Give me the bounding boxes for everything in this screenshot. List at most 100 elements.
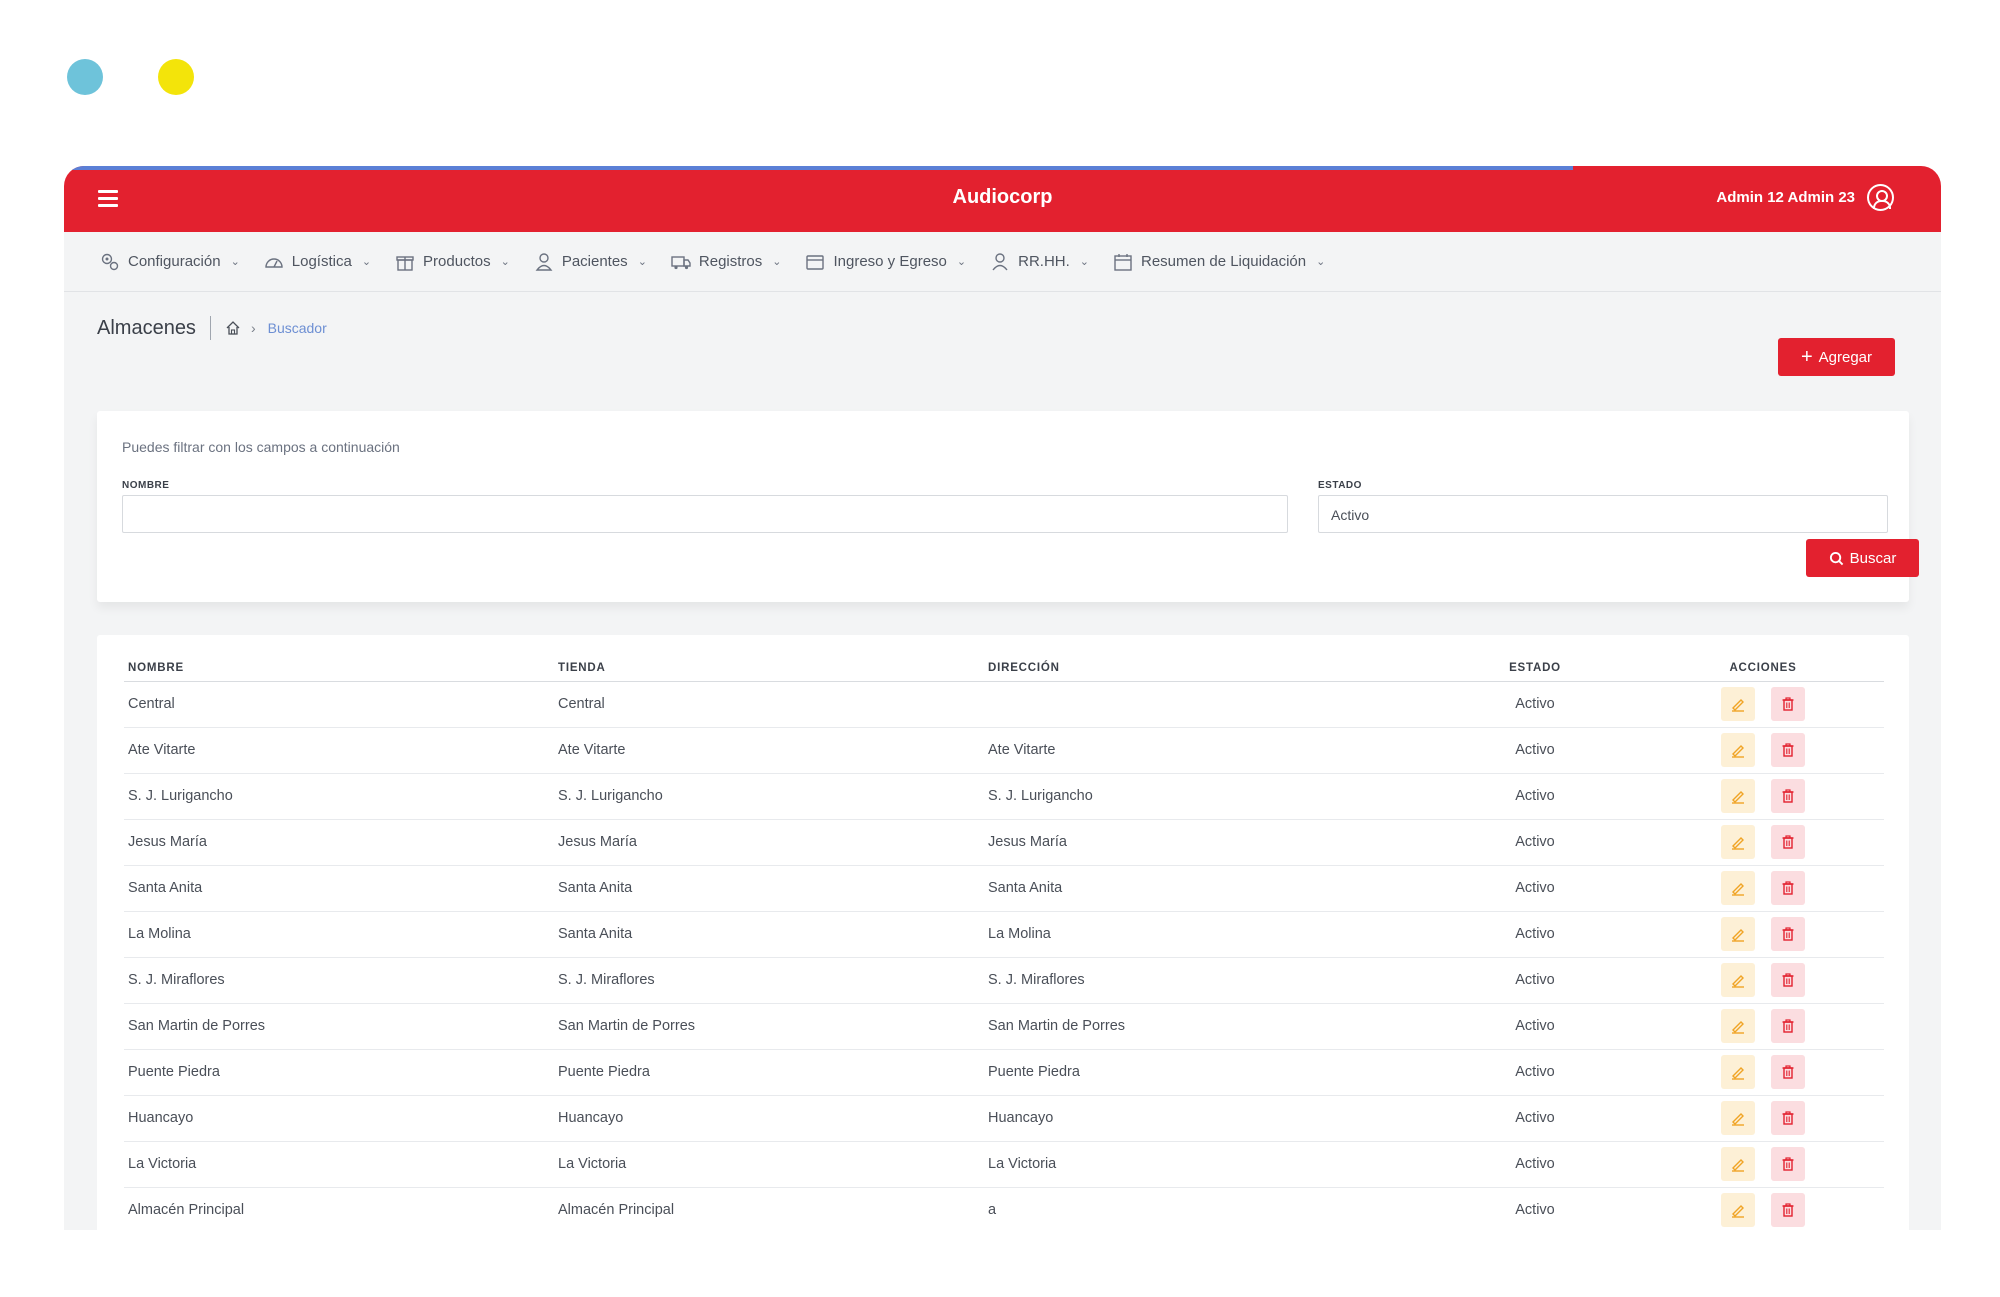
table-row[interactable]: S. J. Lurigancho S. J. Lurigancho S. J. …: [124, 773, 1884, 820]
cell-acciones: [1642, 1049, 1884, 1096]
edit-button[interactable]: [1721, 1055, 1755, 1089]
edit-button[interactable]: [1721, 779, 1755, 813]
user-icon: [992, 252, 1008, 270]
table-row[interactable]: Huancayo Huancayo Huancayo Activo: [124, 1095, 1884, 1142]
column-header-estado[interactable]: ESTADO: [1428, 655, 1642, 682]
delete-button[interactable]: [1771, 1101, 1805, 1135]
nav-item-rrhh[interactable]: RR.HH. ⌄: [990, 252, 1089, 272]
delete-button[interactable]: [1771, 687, 1805, 721]
nombre-input[interactable]: [122, 495, 1288, 533]
edit-button[interactable]: [1721, 963, 1755, 997]
nav-label: RR.HH.: [1018, 253, 1070, 270]
table-row[interactable]: Santa Anita Santa Anita Santa Anita Acti…: [124, 865, 1884, 912]
trash-icon: [1782, 1019, 1794, 1033]
table-row[interactable]: La Victoria La Victoria La Victoria Acti…: [124, 1141, 1884, 1188]
table-row[interactable]: Central Central Activo: [124, 681, 1884, 728]
column-header-nombre[interactable]: NOMBRE: [124, 655, 554, 682]
table-row[interactable]: La Molina Santa Anita La Molina Activo: [124, 911, 1884, 958]
filter-card: Puedes filtrar con los campos a continua…: [97, 411, 1919, 602]
edit-button[interactable]: [1721, 871, 1755, 905]
filter-hint: Puedes filtrar con los campos a continua…: [122, 439, 400, 455]
delete-button[interactable]: [1771, 1147, 1805, 1181]
nav-item-logistica[interactable]: Logística ⌄: [264, 252, 371, 272]
cell-nombre: Puente Piedra: [124, 1049, 554, 1096]
pencil-icon: [1732, 1113, 1744, 1126]
breadcrumb-separator: ›: [250, 320, 256, 336]
pencil-icon: [1732, 837, 1744, 850]
delete-button[interactable]: [1771, 917, 1805, 951]
edit-button[interactable]: [1721, 687, 1755, 721]
edit-button[interactable]: [1721, 917, 1755, 951]
table-row[interactable]: Almacén Principal Almacén Principal a Ac…: [124, 1187, 1884, 1230]
edit-button[interactable]: [1721, 1193, 1755, 1227]
nav-item-configuracion[interactable]: Configuración ⌄: [100, 252, 240, 272]
cell-nombre: Huancayo: [124, 1095, 554, 1142]
search-button[interactable]: Buscar: [1806, 539, 1919, 577]
cell-direccion: a: [984, 1187, 1428, 1230]
cell-estado: Activo: [1428, 865, 1642, 912]
edit-button[interactable]: [1721, 1147, 1755, 1181]
cell-direccion: S. J. Miraflores: [984, 957, 1428, 1004]
trash-icon: [1782, 1157, 1794, 1171]
nav-item-resumen-liquidacion[interactable]: Resumen de Liquidación ⌄: [1113, 252, 1325, 272]
pencil-icon: [1732, 975, 1744, 988]
cell-acciones: [1642, 1187, 1884, 1230]
delete-button[interactable]: [1771, 1009, 1805, 1043]
nav-item-ingreso-egreso[interactable]: Ingreso y Egreso ⌄: [805, 252, 966, 272]
cell-estado: Activo: [1428, 819, 1642, 866]
wallet-icon: [806, 254, 825, 270]
edit-button[interactable]: [1721, 825, 1755, 859]
column-header-acciones: ACCIONES: [1642, 655, 1884, 682]
chevron-down-icon: ⌄: [637, 256, 647, 268]
table-row[interactable]: San Martin de Porres San Martin de Porre…: [124, 1003, 1884, 1050]
estado-select[interactable]: Activo: [1318, 495, 1888, 533]
delete-button[interactable]: [1771, 963, 1805, 997]
cell-estado: Activo: [1428, 681, 1642, 728]
delete-button[interactable]: [1771, 733, 1805, 767]
user-avatar-icon[interactable]: [1867, 184, 1894, 211]
pencil-icon: [1732, 883, 1744, 896]
delete-button[interactable]: [1771, 1193, 1805, 1227]
nav-item-registros[interactable]: Registros ⌄: [671, 252, 781, 272]
column-header-direccion[interactable]: DIRECCIÓN: [984, 655, 1428, 682]
cell-nombre: Jesus María: [124, 819, 554, 866]
chevron-down-icon: ⌄: [956, 256, 967, 268]
chevron-down-icon: ⌄: [361, 256, 372, 268]
home-icon[interactable]: [225, 320, 241, 336]
user-name[interactable]: Admin 12 Admin 23: [1716, 189, 1855, 206]
pencil-icon: [1732, 1205, 1744, 1218]
trash-icon: [1782, 881, 1794, 895]
trash-icon: [1782, 1065, 1794, 1079]
delete-button[interactable]: [1771, 1055, 1805, 1089]
nav-item-pacientes[interactable]: Pacientes ⌄: [534, 252, 647, 272]
trash-icon: [1782, 1111, 1794, 1125]
trash-icon: [1782, 1203, 1794, 1217]
nav-item-productos[interactable]: Productos ⌄: [395, 252, 510, 272]
cell-direccion: S. J. Lurigancho: [984, 773, 1428, 820]
gift-icon: [396, 255, 414, 271]
breadcrumb-current[interactable]: Buscador: [268, 320, 327, 336]
cell-direccion: Ate Vitarte: [984, 727, 1428, 774]
add-button[interactable]: + Agregar: [1778, 338, 1895, 376]
cell-acciones: [1642, 773, 1884, 820]
loading-progress-bar: [64, 166, 1573, 170]
cell-tienda: Santa Anita: [554, 911, 984, 958]
table-row[interactable]: Jesus María Jesus María Jesus María Acti…: [124, 819, 1884, 866]
cell-tienda: Santa Anita: [554, 865, 984, 912]
cell-acciones: [1642, 865, 1884, 912]
edit-button[interactable]: [1721, 1009, 1755, 1043]
gears-icon: [101, 253, 119, 270]
table-row[interactable]: S. J. Miraflores S. J. Miraflores S. J. …: [124, 957, 1884, 1004]
edit-button[interactable]: [1721, 1101, 1755, 1135]
cell-acciones: [1642, 681, 1884, 728]
delete-button[interactable]: [1771, 779, 1805, 813]
table-row[interactable]: Puente Piedra Puente Piedra Puente Piedr…: [124, 1049, 1884, 1096]
delete-button[interactable]: [1771, 825, 1805, 859]
app-window: Audiocorp Admin 12 Admin 23 Configuració…: [64, 166, 1941, 1230]
table-row[interactable]: Ate Vitarte Ate Vitarte Ate Vitarte Acti…: [124, 727, 1884, 774]
column-header-tienda[interactable]: TIENDA: [554, 655, 984, 682]
chevron-down-icon: ⌄: [1316, 256, 1326, 268]
delete-button[interactable]: [1771, 871, 1805, 905]
cell-direccion: La Molina: [984, 911, 1428, 958]
edit-button[interactable]: [1721, 733, 1755, 767]
